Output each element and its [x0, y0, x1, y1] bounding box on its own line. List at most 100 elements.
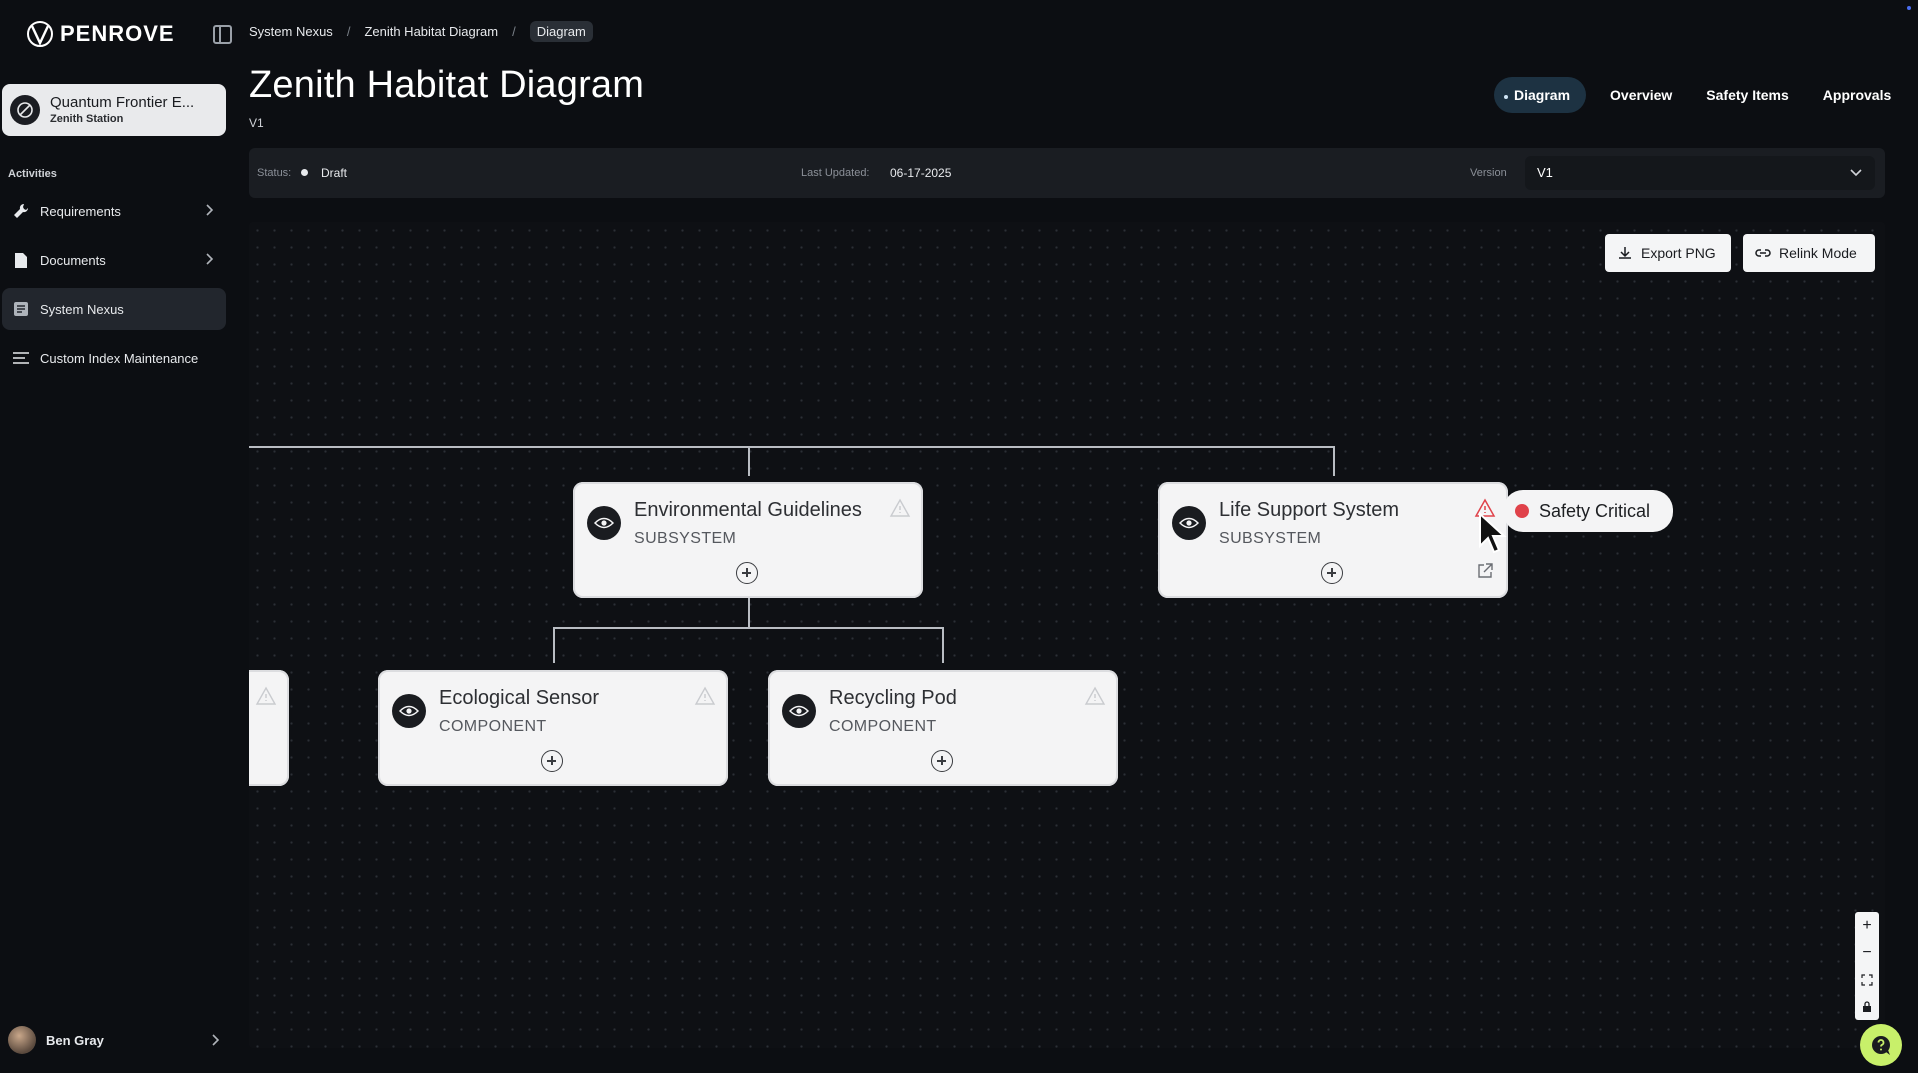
- breadcrumb-item[interactable]: Zenith Habitat Diagram: [364, 24, 498, 39]
- diagram-node-recycling-pod[interactable]: Recycling Pod COMPONENT: [768, 670, 1118, 786]
- help-chat-icon: [1872, 1036, 1890, 1055]
- diagram-node-life-support-system[interactable]: Life Support System SUBSYSTEM: [1158, 482, 1508, 598]
- node-title: Recycling Pod: [829, 687, 957, 709]
- sidebar: PENROVE Quantum Frontier E... Zenith Sta…: [0, 0, 236, 1073]
- sidebar-item-label: Documents: [40, 252, 106, 268]
- wrench-icon: [12, 202, 30, 220]
- add-child-icon[interactable]: [1321, 562, 1343, 584]
- edge-to-environmental: [748, 446, 750, 476]
- download-icon: [1619, 247, 1631, 259]
- page-version: V1: [249, 116, 264, 130]
- diagram-node-ecological-sensor[interactable]: Ecological Sensor COMPONENT: [378, 670, 728, 786]
- warning-icon[interactable]: [255, 686, 277, 706]
- eye-icon[interactable]: [782, 694, 816, 728]
- diagram-node-environmental-guidelines[interactable]: Environmental Guidelines SUBSYSTEM: [573, 482, 923, 598]
- add-child-icon[interactable]: [736, 562, 758, 584]
- breadcrumb-current: Diagram: [529, 21, 593, 42]
- activities-label: Activities: [8, 168, 57, 180]
- node-title: Ecological Sensor: [439, 687, 600, 709]
- brand-logo[interactable]: PENROVE: [26, 20, 175, 48]
- help-button[interactable]: [1860, 1024, 1902, 1066]
- breadcrumb: System Nexus / Zenith Habitat Diagram / …: [249, 21, 593, 42]
- tab-approvals[interactable]: Approvals: [1813, 77, 1901, 113]
- status-label: Status:: [257, 167, 292, 179]
- sidebar-item-label: Custom Index Maintenance: [40, 350, 199, 366]
- tab-overview[interactable]: Overview: [1600, 77, 1682, 113]
- link-icon: [1755, 249, 1771, 257]
- edge-to-life-support: [1333, 446, 1335, 476]
- breadcrumb-separator: /: [512, 24, 516, 39]
- version-label: Version: [1470, 167, 1507, 179]
- status-value: Draft: [321, 166, 348, 180]
- export-png-button[interactable]: Export PNG: [1605, 234, 1731, 272]
- breadcrumb-separator: /: [346, 24, 351, 39]
- diagram-node-partial[interactable]: [249, 670, 289, 786]
- nexus-icon: [12, 300, 30, 318]
- export-png-label: Export PNG: [1641, 245, 1716, 261]
- zoom-controls: + −: [1855, 912, 1879, 1020]
- sidebar-toggle-icon[interactable]: [213, 25, 232, 44]
- user-menu[interactable]: Ben Gray: [8, 1026, 228, 1054]
- sidebar-item-custom-index[interactable]: Custom Index Maintenance: [2, 337, 226, 379]
- chevron-right-icon: [212, 1034, 220, 1046]
- node-type: COMPONENT: [829, 718, 937, 735]
- sidebar-item-system-nexus[interactable]: System Nexus: [2, 288, 226, 330]
- project-station: Zenith Station: [50, 113, 124, 125]
- eye-icon[interactable]: [1172, 506, 1206, 540]
- brand-name: PENROVE: [60, 21, 175, 46]
- warning-icon[interactable]: [694, 686, 716, 706]
- tab-safety-items[interactable]: Safety Items: [1696, 77, 1798, 113]
- add-child-icon[interactable]: [931, 750, 953, 772]
- project-switcher[interactable]: Quantum Frontier E... Zenith Station: [2, 84, 226, 136]
- external-link-icon[interactable]: [1476, 562, 1494, 580]
- node-type: COMPONENT: [439, 718, 547, 735]
- version-select-value: V1: [1537, 165, 1553, 180]
- avatar: [8, 1026, 36, 1054]
- tab-diagram[interactable]: Diagram: [1494, 77, 1587, 113]
- edge-to-recycling: [942, 627, 944, 663]
- zoom-in-button[interactable]: +: [1855, 912, 1879, 939]
- sidebar-item-label: Requirements: [40, 203, 121, 219]
- page-title: Zenith Habitat Diagram: [249, 64, 645, 106]
- project-icon: [10, 95, 40, 125]
- lock-button[interactable]: [1855, 993, 1879, 1020]
- relink-mode-label: Relink Mode: [1779, 245, 1857, 261]
- chevron-right-icon: [206, 204, 214, 216]
- app-root: PENROVE Quantum Frontier E... Zenith Sta…: [0, 0, 1918, 1073]
- document-icon: [12, 251, 30, 269]
- version-select[interactable]: V1: [1525, 156, 1875, 190]
- last-updated-value: 06-17-2025: [890, 166, 952, 180]
- node-type: SUBSYSTEM: [1219, 530, 1322, 547]
- user-name: Ben Gray: [46, 1032, 104, 1048]
- edge-root-horizontal: [249, 446, 1334, 448]
- warning-icon[interactable]: [1084, 686, 1106, 706]
- eye-icon[interactable]: [587, 506, 621, 540]
- lock-icon: [1863, 1000, 1871, 1012]
- warning-icon[interactable]: [889, 498, 911, 518]
- view-tabs: Diagram Overview Safety Items Approvals: [1494, 77, 1901, 113]
- diagram-canvas[interactable]: Export PNG Relink Mode Environmental Gui…: [249, 222, 1885, 1048]
- relink-mode-button[interactable]: Relink Mode: [1743, 234, 1875, 272]
- eye-icon[interactable]: [392, 694, 426, 728]
- chevron-right-icon: [206, 253, 214, 265]
- node-type: SUBSYSTEM: [634, 530, 737, 547]
- add-child-icon[interactable]: [541, 750, 563, 772]
- status-dot: [301, 169, 308, 176]
- penrove-logo-icon: [27, 21, 53, 47]
- project-name: Quantum Frontier E...: [50, 94, 195, 111]
- sidebar-item-documents[interactable]: Documents: [2, 239, 226, 281]
- edge-to-ecological: [553, 627, 555, 663]
- zoom-out-button[interactable]: −: [1855, 939, 1879, 966]
- chevron-down-icon: [1850, 169, 1862, 177]
- node-title: Environmental Guidelines: [634, 499, 862, 521]
- list-icon: [12, 349, 30, 367]
- safety-critical-badge: Safety Critical: [1503, 490, 1673, 532]
- fit-view-icon: [1861, 973, 1873, 986]
- breadcrumb-item[interactable]: System Nexus: [249, 24, 333, 39]
- fit-view-button[interactable]: [1855, 966, 1879, 993]
- node-title: Life Support System: [1219, 499, 1400, 521]
- sidebar-item-label: System Nexus: [40, 301, 124, 317]
- mouse-cursor-icon: [1479, 512, 1507, 554]
- sidebar-item-requirements[interactable]: Requirements: [2, 190, 226, 232]
- last-updated-label: Last Updated:: [801, 167, 870, 179]
